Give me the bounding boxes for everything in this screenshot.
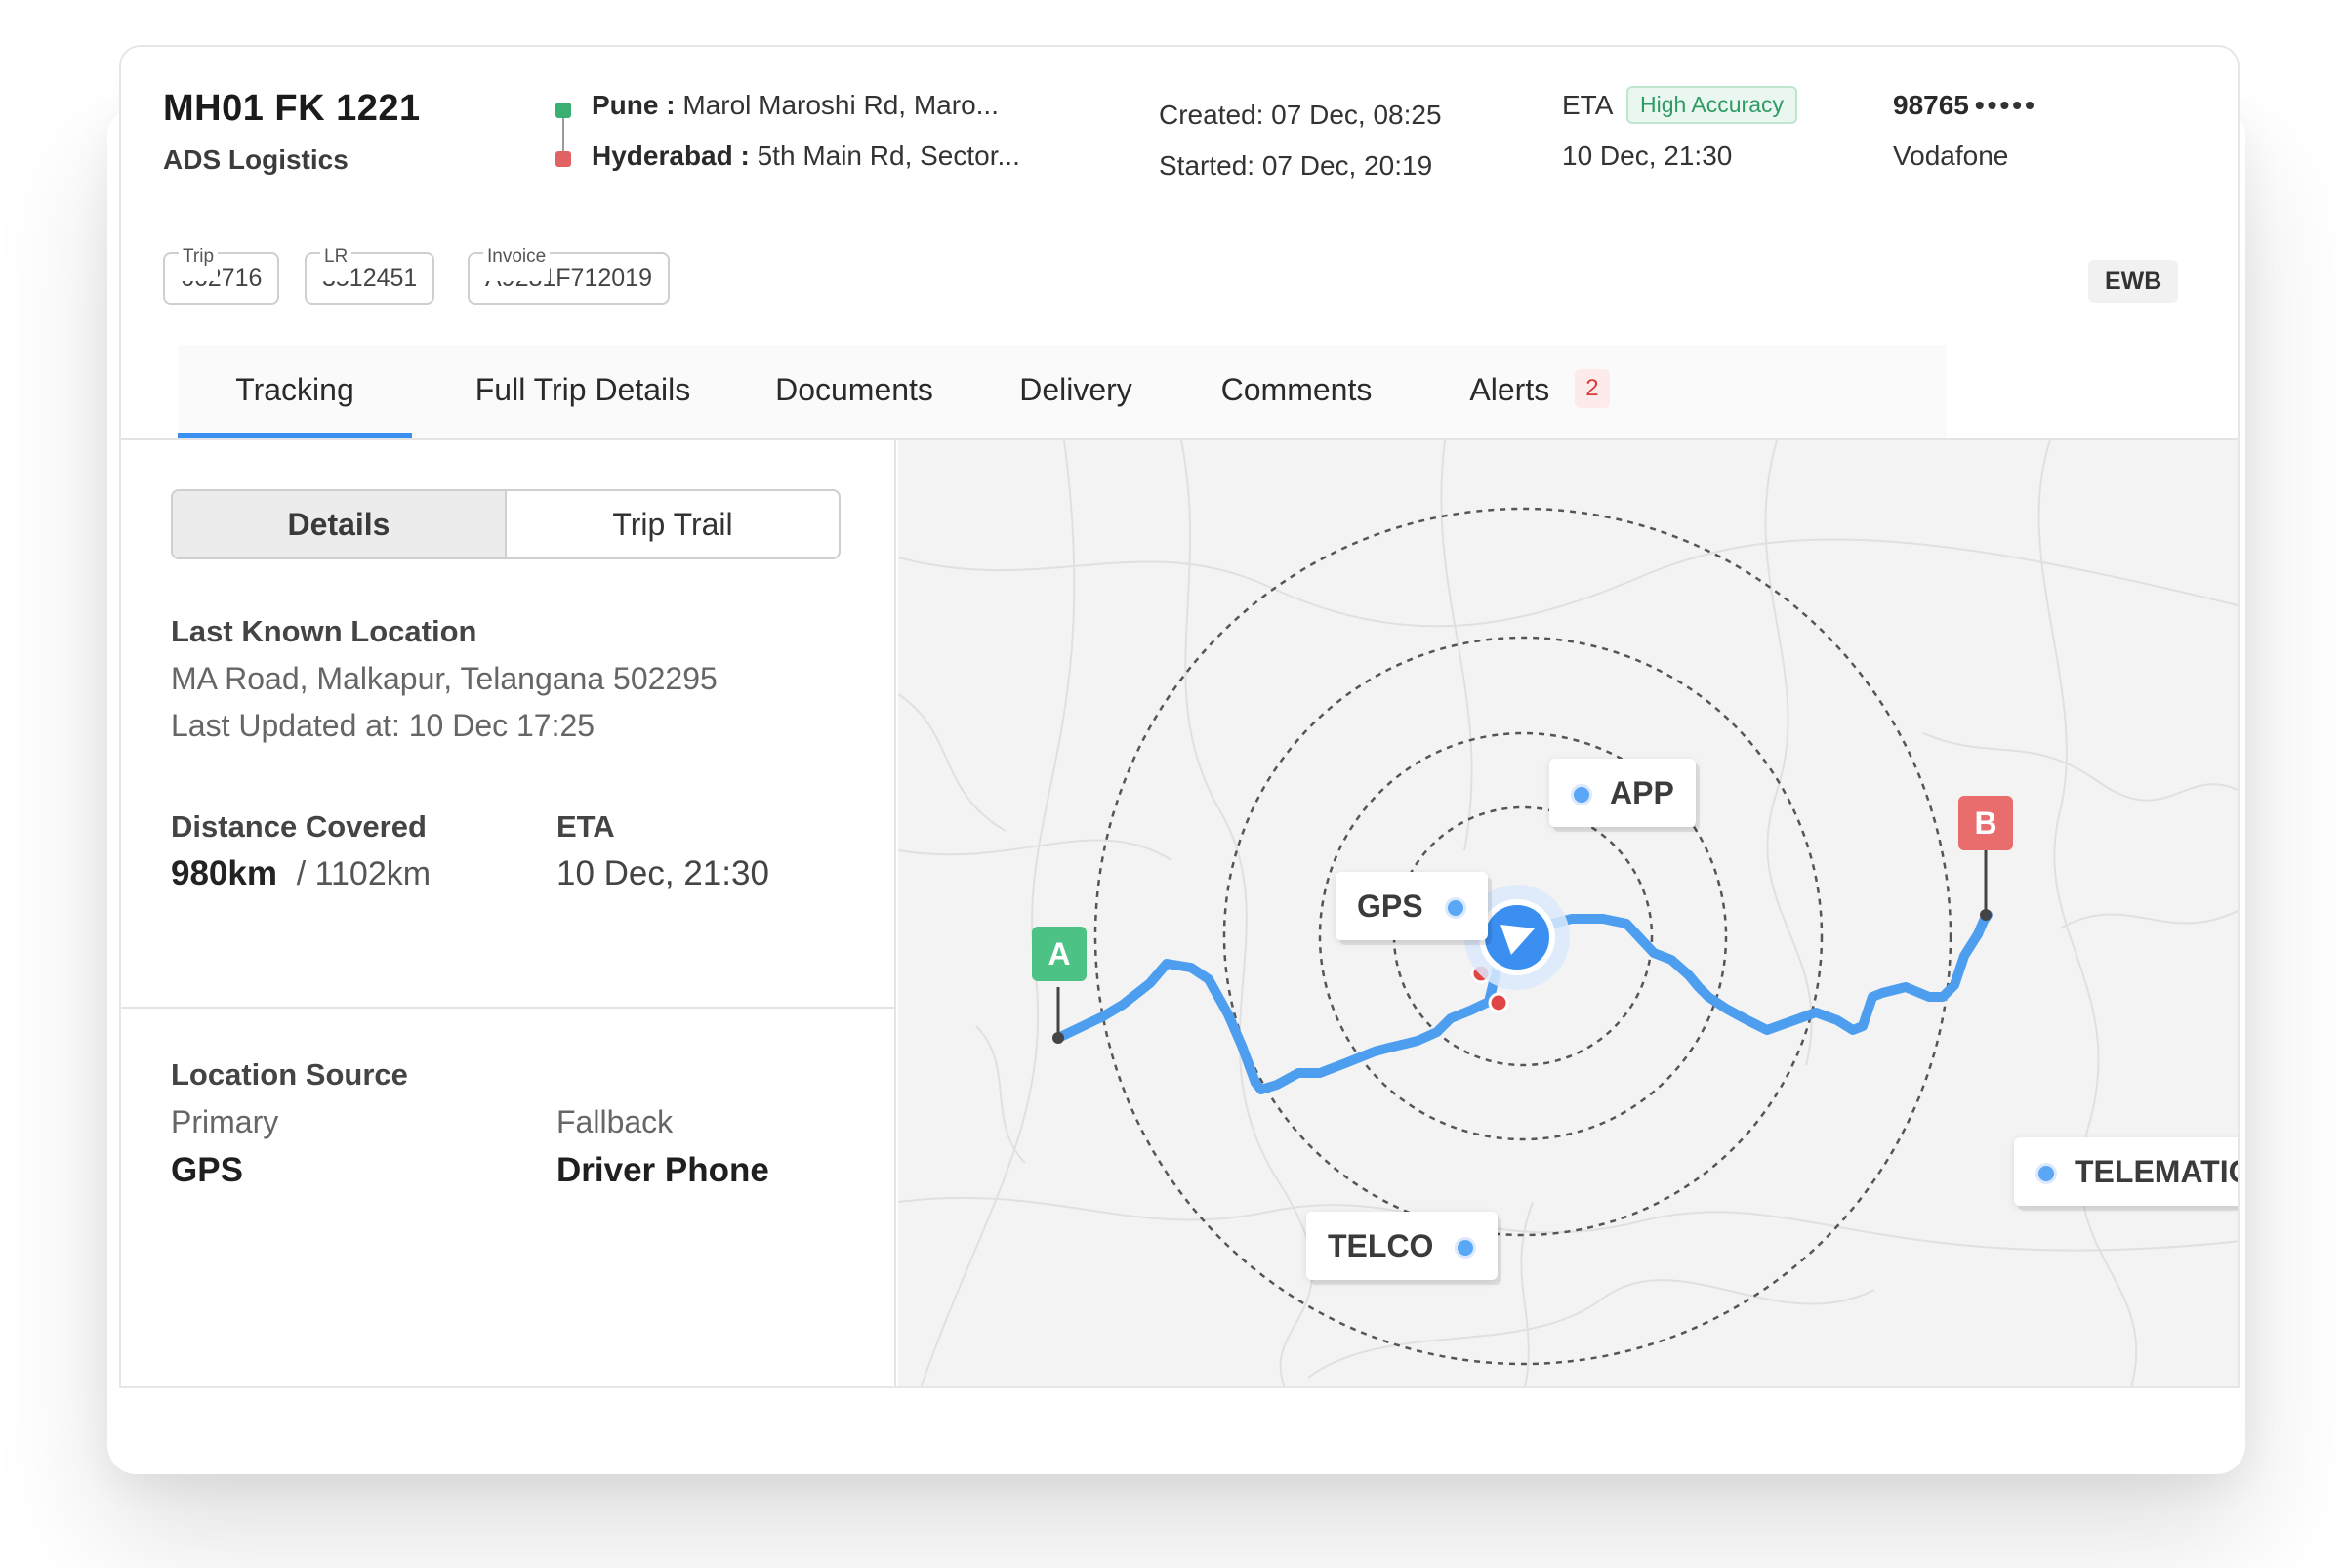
destination-row: Hyderabad : 5th Main Rd, Sector... — [592, 141, 1020, 172]
lr-chip[interactable]: LR 3512451 — [305, 232, 435, 305]
distance-value: 980km / 1102km — [171, 854, 431, 893]
trip-id-chip[interactable]: Trip 662716 — [163, 232, 280, 305]
primary-value: GPS — [171, 1151, 243, 1189]
source-telco-pill[interactable]: TELCO — [1306, 1212, 1499, 1280]
ewb-button[interactable]: EWB — [2088, 260, 2179, 303]
details-panel: Details Trip Trail Last Known Location M… — [121, 440, 896, 1386]
destination-city: Hyderabad : — [592, 141, 750, 171]
tab-alerts[interactable]: Alerts 2 — [1453, 345, 1626, 438]
source-app-label: APP — [1610, 775, 1674, 810]
transporter-name: ADS Logistics — [163, 144, 349, 175]
section-divider — [121, 1007, 896, 1009]
tab-alerts-label: Alerts — [1469, 372, 1550, 407]
started-time: Started: 07 Dec, 20:19 — [1159, 150, 1433, 181]
source-telco-label: TELCO — [1328, 1228, 1434, 1263]
destination-marker-icon — [555, 151, 571, 167]
tab-tracking[interactable]: Tracking — [178, 345, 412, 438]
alerts-count-badge: 2 — [1575, 369, 1610, 408]
source-dot-icon — [2035, 1163, 2057, 1184]
tab-delivery[interactable]: Delivery — [1012, 345, 1139, 438]
vehicle-number: MH01 FK 1221 — [163, 88, 421, 129]
source-telematics-pill[interactable]: TELEMATICS — [2014, 1137, 2238, 1206]
fallback-label: Fallback — [556, 1104, 674, 1139]
distance-total: / 1102 — [296, 855, 387, 892]
origin-row: Pune : Marol Maroshi Rd, Maro... — [592, 90, 999, 121]
distance-title: Distance Covered — [171, 809, 427, 844]
origin-address: Marol Maroshi Rd, Maro... — [682, 90, 999, 120]
trip-trail-toggle-button[interactable]: Trip Trail — [507, 491, 839, 557]
accuracy-badge: High Accuracy — [1626, 86, 1798, 124]
panel-eta-title: ETA — [556, 809, 615, 844]
map-canvas — [898, 440, 2238, 1386]
route-connector — [562, 118, 564, 151]
source-app-pill[interactable]: APP — [1549, 759, 1696, 827]
tracking-map[interactable]: A B APP GPS TELCO TELEMATICS — [898, 440, 2238, 1386]
distance-covered: 980 — [171, 854, 228, 892]
end-flag-icon[interactable]: B — [1958, 796, 2013, 850]
last-updated-text: Last Updated at: 10 Dec 17:25 — [171, 708, 596, 743]
location-source-title: Location Source — [171, 1057, 408, 1092]
details-toggle-button[interactable]: Details — [173, 491, 507, 557]
chip-caption: Invoice — [483, 232, 551, 281]
invoice-chip[interactable]: Invoice A9281F712019 — [468, 232, 670, 305]
start-flag-icon[interactable]: A — [1032, 927, 1087, 981]
eta-value: 10 Dec, 21:30 — [1562, 141, 1733, 171]
phone-mask: ••••• — [1974, 90, 2037, 120]
source-dot-icon — [1571, 784, 1592, 805]
chip-caption: Trip — [179, 232, 219, 281]
trip-times: Created: 07 Dec, 08:25 Started: 07 Dec, … — [1159, 90, 1442, 191]
start-pin-dot — [1052, 1032, 1064, 1044]
telecom-operator: Vodafone — [1893, 141, 2009, 171]
last-location-address: MA Road, Malkapur, Telangana 502295 — [171, 661, 718, 696]
trip-card: MH01 FK 1221 ADS Logistics Pune : Marol … — [119, 45, 2240, 1388]
panel-eta-value: 10 Dec, 21:30 — [556, 854, 769, 892]
source-telematics-label: TELEMATICS — [2075, 1154, 2238, 1189]
tab-comments[interactable]: Comments — [1210, 345, 1383, 438]
tab-full-trip-details[interactable]: Full Trip Details — [463, 345, 703, 438]
origin-city: Pune : — [592, 90, 676, 120]
source-dot-icon — [1444, 897, 1466, 919]
destination-address: 5th Main Rd, Sector... — [757, 141, 1020, 171]
map-roads — [898, 440, 2238, 1386]
location-ping-icon — [1488, 992, 1509, 1013]
origin-marker-icon — [555, 103, 571, 118]
source-gps-pill[interactable]: GPS — [1336, 872, 1488, 940]
fallback-value: Driver Phone — [556, 1151, 769, 1189]
source-dot-icon — [1455, 1237, 1477, 1259]
tab-documents[interactable]: Documents — [767, 345, 941, 438]
distance-total-unit: km — [386, 855, 432, 892]
driver-contact[interactable]: 98765 ••••• Vodafone — [1893, 90, 2037, 171]
distance-unit: km — [227, 854, 277, 892]
tab-bar: Tracking Full Trip Details Documents Del… — [178, 345, 1947, 438]
created-time: Created: 07 Dec, 08:25 — [1159, 100, 1442, 130]
eta-label: ETA — [1562, 90, 1614, 120]
view-toggle: Details Trip Trail — [171, 489, 841, 559]
end-pin-dot — [1980, 909, 1992, 921]
primary-label: Primary — [171, 1104, 279, 1139]
chip-caption: LR — [320, 232, 352, 281]
phone-number: 98765 — [1893, 90, 1969, 120]
source-gps-label: GPS — [1357, 888, 1423, 924]
last-location-title: Last Known Location — [171, 614, 477, 648]
